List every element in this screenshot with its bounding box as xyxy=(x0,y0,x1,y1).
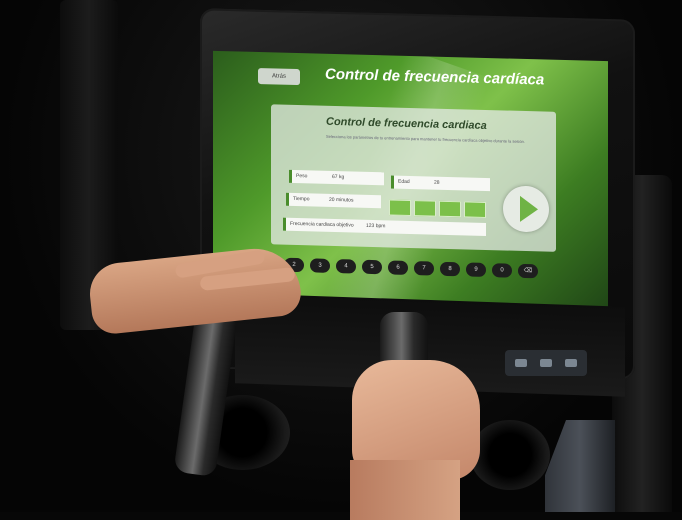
target-hr-value: 123 bpm xyxy=(366,222,386,230)
key-3[interactable]: 3 xyxy=(310,258,330,273)
key-6[interactable]: 6 xyxy=(388,260,408,275)
usb-port-panel xyxy=(505,350,587,376)
target-hr-label: Frecuencia cardiaca objetivo xyxy=(290,220,354,229)
time-label: Tiempo xyxy=(293,195,310,203)
weight-field[interactable]: Peso 67 kg xyxy=(289,169,384,186)
play-button[interactable] xyxy=(503,185,549,233)
key-8[interactable]: 8 xyxy=(440,261,460,277)
level-button-1[interactable] xyxy=(389,199,411,217)
back-button[interactable]: Atrás xyxy=(258,68,300,86)
cup-holder-right xyxy=(470,420,550,490)
panel-description: Selecciona los parámetros de tu entrenam… xyxy=(326,133,526,144)
weight-label: Peso xyxy=(296,173,308,180)
usb-port-icon xyxy=(565,359,577,367)
right-wrist xyxy=(350,460,460,520)
settings-panel: Control de frecuencia cardiaca Seleccion… xyxy=(271,104,556,252)
audio-port-icon xyxy=(515,359,527,367)
key-9[interactable]: 9 xyxy=(466,262,486,277)
screen-title: Control de frecuencia cardíaca xyxy=(325,65,545,89)
level-button-3[interactable] xyxy=(439,200,461,218)
weight-value: 67 kg xyxy=(332,173,345,181)
key-0[interactable]: 0 xyxy=(492,263,512,278)
target-hr-field[interactable]: Frecuencia cardiaca objetivo 123 bpm xyxy=(283,217,486,236)
key-5[interactable]: 5 xyxy=(362,259,382,275)
key-7[interactable]: 7 xyxy=(414,261,434,276)
level-button-4[interactable] xyxy=(464,201,486,218)
age-value: 28 xyxy=(434,179,440,186)
key-backspace[interactable]: ⌫ xyxy=(518,263,538,279)
time-value: 20 minutos xyxy=(329,196,354,204)
age-field[interactable]: Edad 28 xyxy=(391,175,490,192)
level-button-2[interactable] xyxy=(414,200,436,217)
age-label: Edad xyxy=(398,178,410,185)
key-4[interactable]: 4 xyxy=(336,259,356,274)
panel-title: Control de frecuencia cardiaca xyxy=(326,115,487,132)
time-field[interactable]: Tiempo 20 minutos xyxy=(286,192,381,209)
hdmi-port-icon xyxy=(540,359,552,367)
numeric-keypad: 1 2 3 4 5 6 7 8 9 0 ⌫ xyxy=(258,257,558,285)
